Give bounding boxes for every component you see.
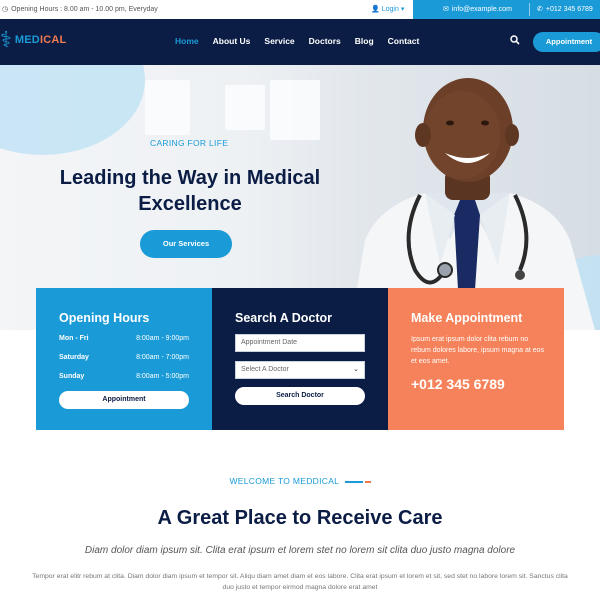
hours-day: Mon - Fri [59,335,89,342]
hours-day: Saturday [59,354,89,361]
welcome-title: A Great Place to Receive Care [157,507,443,529]
hours-day: Sunday [59,373,85,380]
hours-row: Mon - Fri 8:00am - 9:00pm [59,335,189,342]
search-icon[interactable] [510,35,520,48]
clock-icon: ◷ [2,6,9,13]
email-link[interactable]: ✉ info@example.com [443,5,512,14]
top-bar: ◷ Opening Hours : 8.00 am - 10.00 pm, Ev… [0,0,600,19]
make-appointment-phone[interactable]: +012 345 6789 [411,376,505,392]
make-appointment-text: Ipsum erat ipsum dolor clita rebum no re… [411,336,545,365]
search-doctor-panel: Search A Doctor Appointment Date Select … [212,288,388,430]
background-window [225,85,265,130]
caduceus-icon: ⚕ [0,27,12,52]
hours-row: Saturday 8:00am - 7:00pm [59,354,189,361]
make-appointment-title: Make Appointment [411,311,523,325]
welcome-subtitle-text: WELCOME TO MEDDICAL [229,476,339,486]
background-window [145,80,190,135]
nav-menu: Home About Us Service Doctors Blog Conta… [175,36,433,46]
logo-text: MEDICAL [14,34,67,46]
opening-hours-text: Opening Hours : 8.00 am - 10.00 pm, Ever… [11,5,158,13]
appointment-panel-button[interactable]: Appointment [59,391,189,409]
appointment-button[interactable]: Appointment [533,32,600,52]
hours-time: 8:00am - 7:00pm [136,354,189,361]
logo[interactable]: ⚕ MEDICAL [0,29,66,51]
hours-time: 8:00am - 5:00pm [136,373,189,380]
search-doctor-button[interactable]: Search Doctor [235,387,365,405]
phone-text: +012 345 6789 [545,5,593,13]
welcome-body: Tempor erat elitr rebum at clita. Diam d… [32,573,568,591]
nav-item-home[interactable]: Home [175,36,199,46]
appointment-date-placeholder: Appointment Date [241,339,298,346]
doctor-select-value: Select A Doctor [241,366,289,373]
envelope-icon: ✉ [443,6,449,13]
hero-title: Leading the Way in Medical Excellence [59,167,321,215]
phone-link[interactable]: ✆ +012 345 6789 [537,5,593,14]
make-appointment-panel: Make Appointment Ipsum erat ipsum dolor … [388,288,564,430]
nav-item-contact[interactable]: Contact [388,36,420,46]
hero-tagline: CARING FOR LIFE [150,138,229,148]
appointment-date-field[interactable]: Appointment Date [235,334,365,352]
main-navbar: ⚕ MEDICAL Home About Us Service Doctors … [0,19,600,65]
search-doctor-title: Search A Doctor [235,311,333,325]
opening-hours-title: Opening Hours [59,311,150,325]
nav-item-service[interactable]: Service [264,36,294,46]
decor-circle [0,65,145,155]
welcome-subtitle: WELCOME TO MEDDICAL [0,476,600,486]
nav-item-blog[interactable]: Blog [355,36,374,46]
welcome-lead: Diam dolor diam ipsum sit. Clita erat ip… [84,545,516,556]
divider [344,480,363,483]
nav-item-about[interactable]: About Us [213,36,251,46]
email-text: info@example.com [451,5,512,13]
opening-hours-panel: Opening Hours Mon - Fri 8:00am - 9:00pm … [36,288,212,430]
user-icon: 👤 [371,6,380,13]
background-window [270,80,320,140]
divider [364,480,371,483]
doctor-select[interactable]: Select A Doctor ⌄ [235,361,365,379]
opening-hours-info: ◷ Opening Hours : 8.00 am - 10.00 pm, Ev… [2,5,158,14]
phone-icon: ✆ [537,6,543,13]
chevron-down-icon: ⌄ [353,366,359,373]
our-services-button[interactable]: Our Services [140,230,232,258]
hours-time: 8:00am - 9:00pm [136,335,189,342]
nav-item-doctors[interactable]: Doctors [309,36,341,46]
login-link[interactable]: 👤 Login ▾ [371,5,405,14]
chevron-down-icon: ▾ [400,6,405,13]
login-label: Login [381,5,399,13]
hours-row: Sunday 8:00am - 5:00pm [59,373,189,380]
divider [529,3,530,16]
contact-strip: ✉ info@example.com ✆ +012 345 6789 [413,0,600,19]
